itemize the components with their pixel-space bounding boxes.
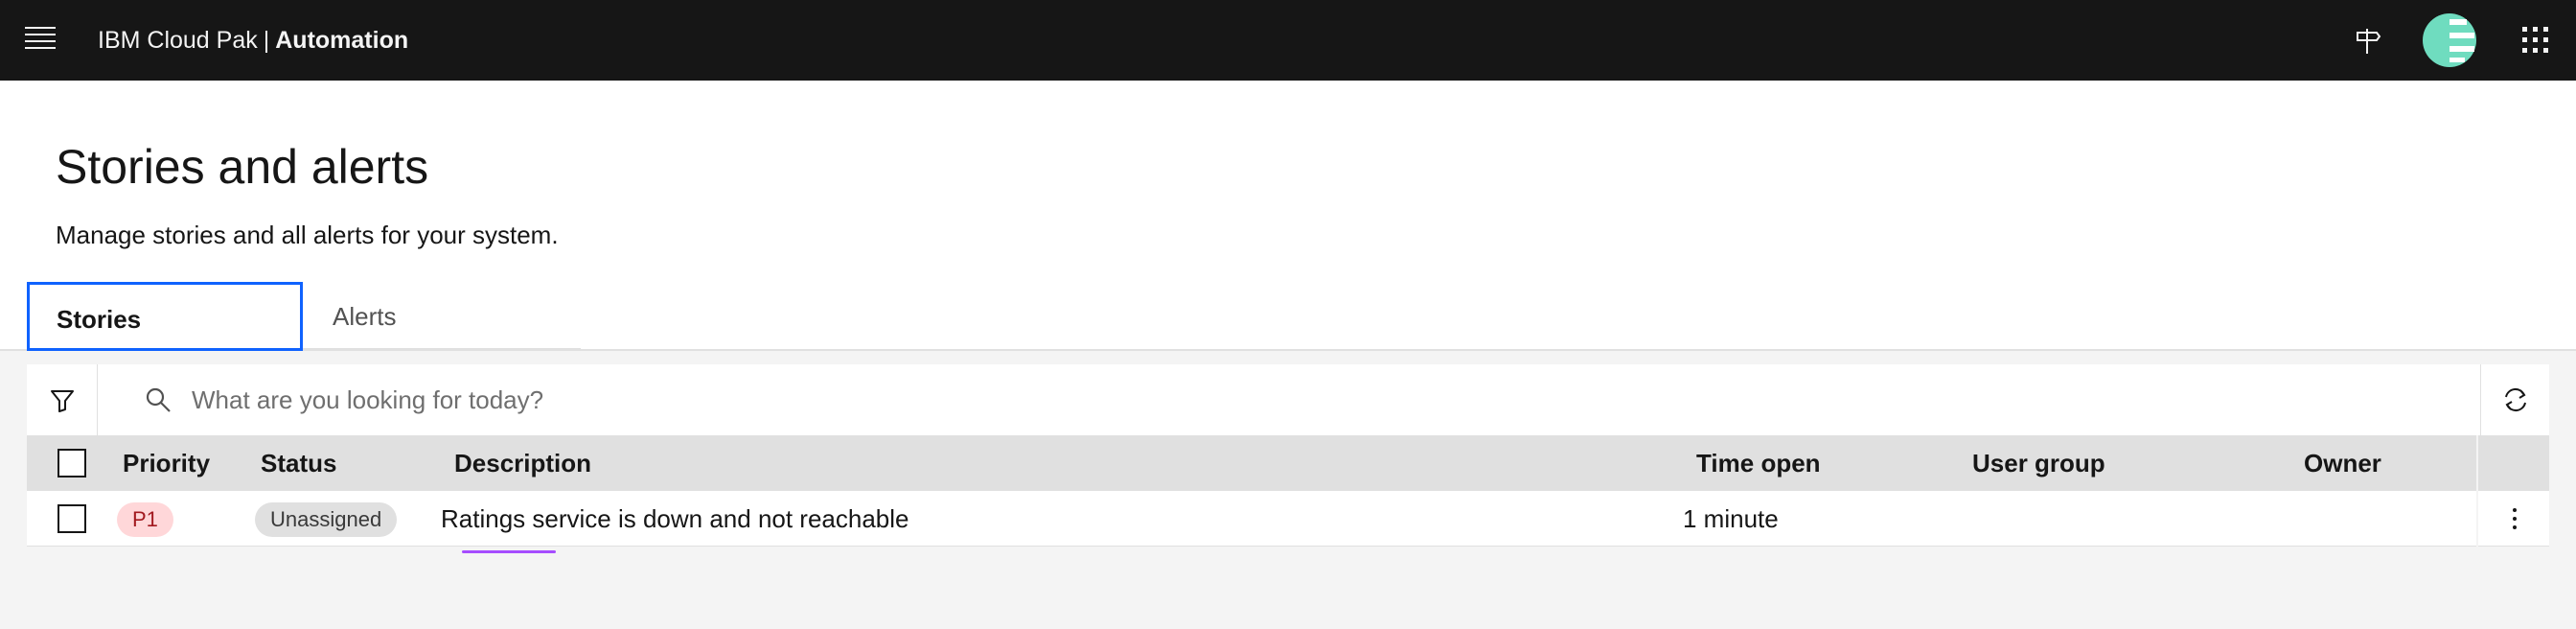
app-switcher-icon[interactable] xyxy=(2518,23,2553,58)
row-description[interactable]: Ratings service is down and not reachabl… xyxy=(441,491,909,547)
column-header-user-group[interactable]: User group xyxy=(1972,435,2105,491)
top-navigation-bar: IBM Cloud Pak | Automation xyxy=(0,0,2576,81)
page-subtitle: Manage stories and all alerts for your s… xyxy=(56,221,559,249)
search-input[interactable] xyxy=(192,380,2472,420)
hamburger-menu-icon[interactable] xyxy=(25,27,56,54)
page-header: Stories and alerts Manage stories and al… xyxy=(0,81,2576,351)
filter-button[interactable] xyxy=(27,364,98,435)
column-header-actions xyxy=(2476,435,2549,491)
product-name: Automation xyxy=(275,27,409,54)
signpost-icon[interactable] xyxy=(2350,23,2384,58)
row-time-open: 1 minute xyxy=(1683,504,1779,533)
table-toolbar xyxy=(27,364,2549,435)
column-header-owner[interactable]: Owner xyxy=(2304,435,2381,491)
table-row[interactable]: P1 Unassigned Ratings service is down an… xyxy=(27,491,2549,547)
search-icon xyxy=(146,387,171,412)
filter-icon xyxy=(51,390,74,412)
user-avatar-icon[interactable] xyxy=(2421,12,2478,69)
status-tag: Unassigned xyxy=(255,502,398,537)
select-all-checkbox[interactable] xyxy=(58,449,86,478)
table-header: Priority Status Description Time open Us… xyxy=(27,435,2549,491)
refresh-icon xyxy=(2505,387,2526,412)
page-title: Stories and alerts xyxy=(56,140,429,194)
column-header-priority[interactable]: Priority xyxy=(123,435,210,491)
highlight-underline xyxy=(462,550,556,553)
row-actions xyxy=(2476,491,2549,547)
brand-name: IBM Cloud Pak xyxy=(98,27,258,54)
refresh-button[interactable] xyxy=(2480,364,2549,435)
product-brand[interactable]: IBM Cloud Pak | Automation xyxy=(98,25,408,56)
column-header-status[interactable]: Status xyxy=(261,435,336,491)
overflow-menu-icon[interactable] xyxy=(2513,508,2517,529)
row-select-checkbox[interactable] xyxy=(58,504,86,533)
brand-separator: | xyxy=(263,27,270,54)
tab-alerts[interactable]: Alerts xyxy=(303,282,581,351)
priority-tag: P1 xyxy=(117,502,173,537)
column-header-time-open[interactable]: Time open xyxy=(1696,435,1821,491)
search-bar xyxy=(98,364,2507,435)
tab-stories[interactable]: Stories xyxy=(27,282,303,351)
column-header-description[interactable]: Description xyxy=(454,435,591,491)
